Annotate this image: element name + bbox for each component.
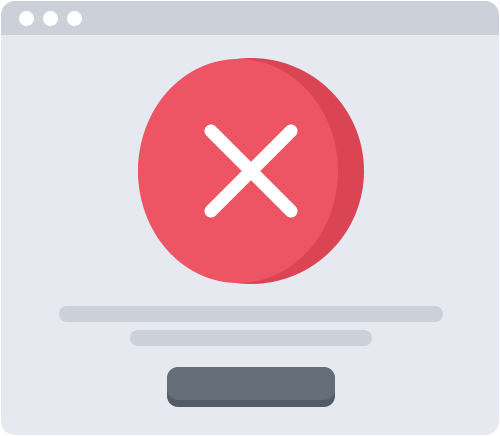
message-line-placeholder (59, 306, 443, 322)
title-bar (1, 1, 499, 35)
window-maximize-dot[interactable] (67, 11, 82, 26)
window-close-dot[interactable] (19, 11, 34, 26)
dialog-window (1, 1, 499, 435)
message-subline-placeholder (130, 330, 372, 346)
error-close-icon (138, 58, 364, 284)
button-label (167, 367, 335, 400)
dialog-action-button[interactable] (167, 367, 335, 407)
window-minimize-dot[interactable] (43, 11, 58, 26)
